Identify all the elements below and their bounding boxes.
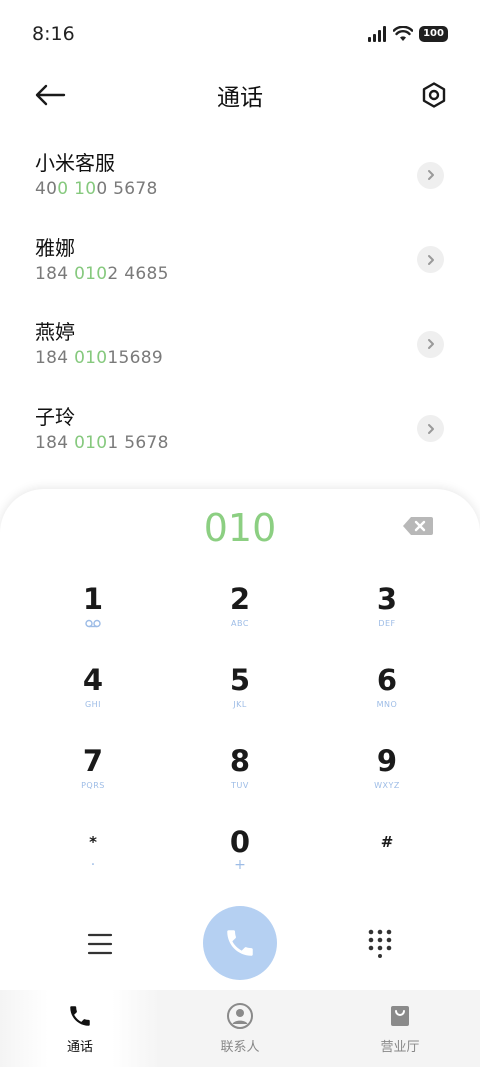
- status-icons: 100: [367, 26, 448, 42]
- chevron-right-icon: [427, 170, 434, 181]
- backspace-button[interactable]: [402, 515, 434, 537]
- key-digit: 1: [82, 582, 104, 616]
- key-2[interactable]: 2 ABC: [175, 571, 305, 652]
- key-digit: 8: [229, 744, 251, 778]
- contact-number: 184 0101 5678: [35, 432, 169, 453]
- key-digit: 7: [82, 744, 104, 778]
- dialpad-grid-icon: [368, 929, 392, 958]
- key-letters: DEF: [378, 619, 396, 628]
- key-6[interactable]: 6 MNO: [322, 652, 452, 733]
- keypad-row: 7 PQRS 8 TUV 9 WXYZ: [28, 733, 452, 814]
- tab-label: 通话: [66, 1040, 93, 1055]
- tab-store[interactable]: 营业厅: [320, 990, 480, 1067]
- key-5[interactable]: 5 JKL: [175, 652, 305, 733]
- key-9[interactable]: 9 WXYZ: [322, 733, 452, 814]
- menu-button[interactable]: [84, 928, 116, 960]
- contact-number: 400 100 5678: [35, 179, 158, 200]
- key-digit: 4: [82, 663, 104, 697]
- chevron-right-icon: [427, 423, 434, 434]
- key-digit: 6: [376, 663, 398, 697]
- contact-name: 小米客服: [35, 151, 115, 176]
- backspace-icon: [403, 517, 433, 535]
- keypad-toggle-button[interactable]: [364, 926, 396, 958]
- tab-calls[interactable]: 通话: [0, 990, 160, 1067]
- back-button[interactable]: [32, 77, 68, 113]
- contact-name: 子玲: [35, 404, 75, 429]
- chevron-right-icon: [427, 254, 434, 265]
- arrow-left-icon: [35, 84, 66, 106]
- wifi-icon: [393, 26, 413, 41]
- key-digit: 2: [229, 582, 251, 616]
- key-sub: ·: [90, 857, 96, 873]
- tab-label: 联系人: [220, 1040, 260, 1055]
- status-time: 8:16: [32, 23, 75, 45]
- key-letters: PQRS: [81, 781, 105, 790]
- voicemail-icon: [85, 619, 101, 628]
- key-8[interactable]: 8 TUV: [175, 733, 305, 814]
- key-star[interactable]: * ·: [28, 814, 158, 895]
- key-digit: *: [89, 833, 97, 851]
- status-bar: 8:16 100: [0, 0, 480, 68]
- key-7[interactable]: 7 PQRS: [28, 733, 158, 814]
- key-digit: #: [380, 833, 394, 851]
- settings-button[interactable]: [416, 77, 452, 113]
- contact-suggestion-list: 小米客服 400 100 5678 雅娜 184 0102 4685 燕婷 18…: [0, 133, 480, 471]
- chevron-right-icon: [427, 339, 434, 350]
- contact-row[interactable]: 雅娜 184 0102 4685: [0, 218, 480, 303]
- contact-name: 雅娜: [35, 235, 75, 260]
- person-icon: [226, 1002, 254, 1030]
- tab-contacts[interactable]: 联系人: [160, 990, 320, 1067]
- key-letters: MNO: [376, 700, 398, 709]
- key-digit: 5: [229, 663, 251, 697]
- key-letters: WXYZ: [374, 781, 400, 790]
- call-button[interactable]: [203, 906, 277, 980]
- shopping-bag-icon: [386, 1002, 414, 1030]
- key-3[interactable]: 3 DEF: [322, 571, 452, 652]
- key-digit: 9: [376, 744, 398, 778]
- contact-number: 184 01015689: [35, 348, 164, 369]
- key-4[interactable]: 4 GHI: [28, 652, 158, 733]
- contact-detail-button[interactable]: [417, 330, 444, 358]
- key-0[interactable]: 0 +: [175, 814, 305, 895]
- menu-icon: [87, 933, 113, 955]
- dialpad-panel: 010 1 2 ABC 3 DEF 4 GHI 5 JKL 6 MNO 7 PQ…: [0, 489, 480, 999]
- bottom-nav: 通话 联系人 营业厅: [0, 990, 480, 1067]
- contact-info: 燕婷 184 01015689: [35, 318, 163, 370]
- battery-icon: 100: [419, 26, 448, 42]
- header: 通话: [0, 70, 480, 120]
- contact-row[interactable]: 燕婷 184 01015689: [0, 302, 480, 387]
- contact-number: 184 0102 4685: [35, 263, 169, 284]
- keypad-row: * · 0 + #: [28, 814, 452, 895]
- contact-info: 子玲 184 0101 5678: [35, 403, 169, 455]
- keypad-row: 4 GHI 5 JKL 6 MNO: [28, 652, 452, 733]
- keypad: 1 2 ABC 3 DEF 4 GHI 5 JKL 6 MNO 7 PQRS 8…: [28, 571, 452, 895]
- contact-info: 小米客服 400 100 5678: [35, 149, 158, 201]
- key-hash[interactable]: #: [322, 814, 452, 895]
- page-title: 通话: [217, 85, 263, 111]
- key-sub: +: [234, 857, 246, 873]
- tab-label: 营业厅: [380, 1040, 420, 1055]
- signal-icon: [368, 26, 386, 42]
- contact-row[interactable]: 子玲 184 0101 5678: [0, 387, 480, 472]
- gear-icon: [422, 82, 446, 108]
- contact-detail-button[interactable]: [417, 415, 444, 443]
- keypad-row: 1 2 ABC 3 DEF: [28, 571, 452, 652]
- key-letters: JKL: [233, 700, 247, 709]
- phone-icon: [227, 930, 253, 956]
- key-letters: GHI: [84, 700, 102, 709]
- key-1[interactable]: 1: [28, 571, 158, 652]
- contact-row[interactable]: 小米客服 400 100 5678: [0, 133, 480, 218]
- key-letters: TUV: [231, 781, 249, 790]
- contact-detail-button[interactable]: [417, 161, 444, 189]
- contact-detail-button[interactable]: [417, 246, 444, 274]
- key-letters: ABC: [231, 619, 249, 628]
- phone-icon: [66, 1002, 94, 1030]
- key-digit: 0: [229, 825, 251, 859]
- contact-info: 雅娜 184 0102 4685: [35, 234, 169, 286]
- contact-name: 燕婷: [35, 320, 75, 345]
- dialer-action-row: [0, 906, 480, 980]
- key-digit: 3: [376, 582, 398, 616]
